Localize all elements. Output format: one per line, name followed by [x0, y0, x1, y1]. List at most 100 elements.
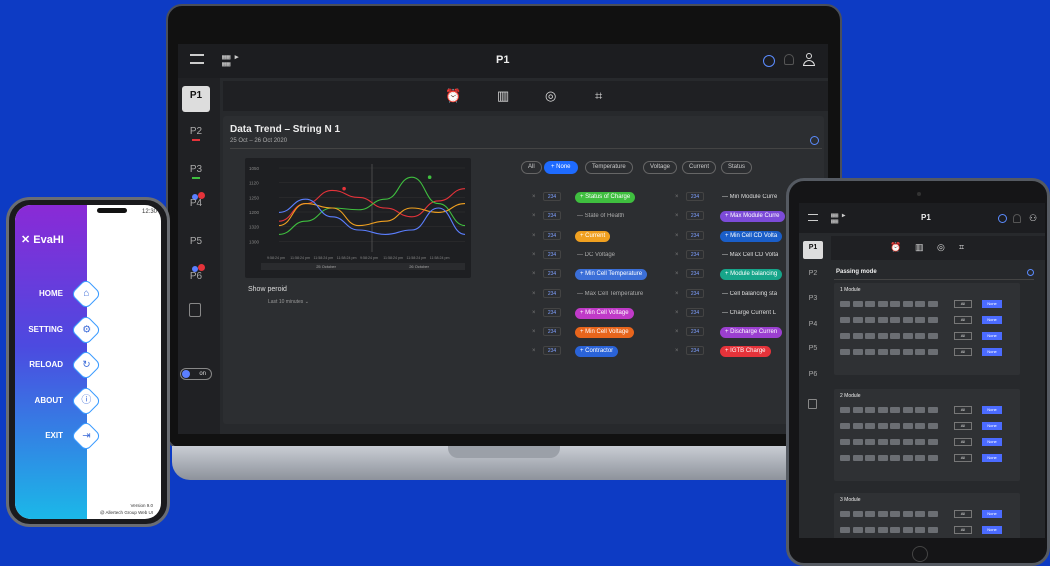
remove-icon[interactable]: × — [675, 233, 679, 239]
info-icon[interactable] — [763, 55, 775, 67]
module-cell[interactable] — [852, 455, 863, 461]
bell-icon[interactable] — [784, 54, 794, 65]
module-cell[interactable] — [890, 349, 900, 355]
bar-chart-icon[interactable]: ▥ — [497, 88, 509, 104]
select-none-button[interactable]: None — [982, 316, 1002, 324]
select-none-button[interactable]: None — [982, 300, 1002, 308]
module-cell[interactable] — [890, 527, 900, 533]
select-none-button[interactable]: None — [982, 454, 1002, 462]
signal-tag[interactable]: + Min Cell Voltage — [575, 327, 634, 339]
signal-item[interactable]: — Max Cell CD Volta — [722, 252, 778, 258]
remove-icon[interactable]: × — [532, 213, 536, 219]
module-cell[interactable] — [915, 439, 925, 445]
menu-item-setting[interactable]: SETTING — [28, 325, 63, 334]
module-cell[interactable] — [852, 511, 863, 517]
module-cell[interactable] — [877, 455, 888, 461]
module-cell[interactable] — [902, 333, 913, 339]
sidebar-item-p1[interactable]: P1 — [182, 86, 210, 112]
module-cell[interactable] — [927, 333, 938, 339]
filter-chip[interactable]: Temperature — [585, 161, 633, 174]
select-none-button[interactable]: None — [982, 348, 1002, 356]
module-cell[interactable] — [890, 455, 900, 461]
module-cell[interactable] — [852, 439, 863, 445]
remove-icon[interactable]: × — [675, 348, 679, 354]
module-cell[interactable] — [915, 407, 925, 413]
user-icon[interactable] — [803, 53, 815, 67]
network-icon[interactable]: ⌗ — [595, 88, 602, 104]
period-dropdown[interactable]: Last 10 minutes ⌄ — [268, 299, 309, 305]
module-cell[interactable] — [890, 511, 900, 517]
tablet-sidebar-item-p5[interactable]: P5 — [803, 345, 823, 352]
tablet-alarm-icon[interactable]: ⏰ — [890, 242, 901, 253]
module-cell[interactable] — [890, 439, 900, 445]
remove-icon[interactable]: × — [532, 194, 536, 200]
sidebar-item-p4[interactable]: P4 — [182, 198, 210, 209]
select-all-button[interactable]: All — [954, 406, 972, 414]
gauge-icon[interactable]: ◎ — [545, 88, 556, 104]
remove-icon[interactable]: × — [532, 329, 536, 335]
remove-icon[interactable]: × — [675, 291, 679, 297]
remove-icon[interactable]: × — [532, 233, 536, 239]
module-cell[interactable] — [927, 511, 938, 517]
signal-item[interactable]: — DC Voltage — [577, 252, 615, 258]
remove-icon[interactable]: × — [675, 252, 679, 258]
select-none-button[interactable]: None — [982, 510, 1002, 518]
module-cell[interactable] — [902, 301, 913, 307]
signal-tag[interactable]: + Discharge Curren — [720, 327, 783, 339]
signal-tag[interactable]: + Min Cell CD Volta — [720, 230, 783, 242]
module-cell[interactable] — [865, 439, 875, 445]
module-cell[interactable] — [915, 511, 925, 517]
module-cell[interactable] — [927, 527, 938, 533]
module-cell[interactable] — [927, 407, 938, 413]
module-cell[interactable] — [890, 317, 900, 323]
module-cell[interactable] — [902, 317, 913, 323]
module-cell[interactable] — [852, 407, 863, 413]
remove-icon[interactable]: × — [532, 348, 536, 354]
alarm-icon[interactable]: ⏰ — [445, 88, 461, 104]
filter-chip[interactable]: + None — [544, 161, 578, 174]
module-cell[interactable] — [852, 301, 863, 307]
panel-info-icon[interactable] — [810, 136, 819, 145]
module-cell[interactable] — [852, 317, 863, 323]
module-cell[interactable] — [852, 349, 863, 355]
module-cell[interactable] — [927, 455, 938, 461]
signal-tag[interactable]: + Min Cell Voltage — [575, 307, 634, 319]
tablet-bar-chart-icon[interactable]: ▥ — [915, 242, 924, 253]
tablet-gauge-icon[interactable]: ◎ — [937, 242, 945, 253]
module-cell[interactable] — [865, 511, 875, 517]
menu-icon[interactable] — [190, 54, 204, 64]
select-none-button[interactable]: None — [982, 526, 1002, 534]
module-cell[interactable] — [840, 349, 850, 355]
module-cell[interactable] — [915, 527, 925, 533]
module-cell[interactable] — [915, 455, 925, 461]
module-cell[interactable] — [902, 407, 913, 413]
module-cell[interactable] — [902, 511, 913, 517]
module-cell[interactable] — [877, 511, 888, 517]
module-cell[interactable] — [877, 317, 888, 323]
mode-toggle[interactable]: on — [180, 368, 212, 380]
select-all-button[interactable]: All — [954, 438, 972, 446]
signal-tag[interactable]: + IGTB Charge — [720, 346, 771, 358]
signal-item[interactable]: — Min Module Curre — [722, 194, 777, 200]
tablet-info-icon[interactable] — [998, 214, 1007, 223]
remove-icon[interactable]: × — [675, 310, 679, 316]
module-cell[interactable] — [852, 333, 863, 339]
module-cell[interactable] — [865, 349, 875, 355]
module-cell[interactable] — [865, 333, 875, 339]
menu-item-exit[interactable]: EXIT — [45, 431, 63, 440]
module-cell[interactable] — [877, 349, 888, 355]
module-cell[interactable] — [890, 301, 900, 307]
module-cell[interactable] — [927, 439, 938, 445]
module-cell[interactable] — [902, 349, 913, 355]
signal-tag[interactable]: + Module balancing — [720, 269, 783, 281]
sidebar-item-p3[interactable]: P3 — [182, 164, 210, 175]
module-cell[interactable] — [840, 301, 850, 307]
tablet-sidebar-item-p4[interactable]: P4 — [803, 321, 823, 328]
module-cell[interactable] — [902, 439, 913, 445]
tablet-sidebar-item-p3[interactable]: P3 — [803, 295, 823, 302]
signal-item[interactable]: — Cell balancing sta — [722, 291, 777, 297]
module-cell[interactable] — [902, 527, 913, 533]
module-cell[interactable] — [915, 317, 925, 323]
module-cell[interactable] — [877, 439, 888, 445]
module-cell[interactable] — [927, 423, 938, 429]
